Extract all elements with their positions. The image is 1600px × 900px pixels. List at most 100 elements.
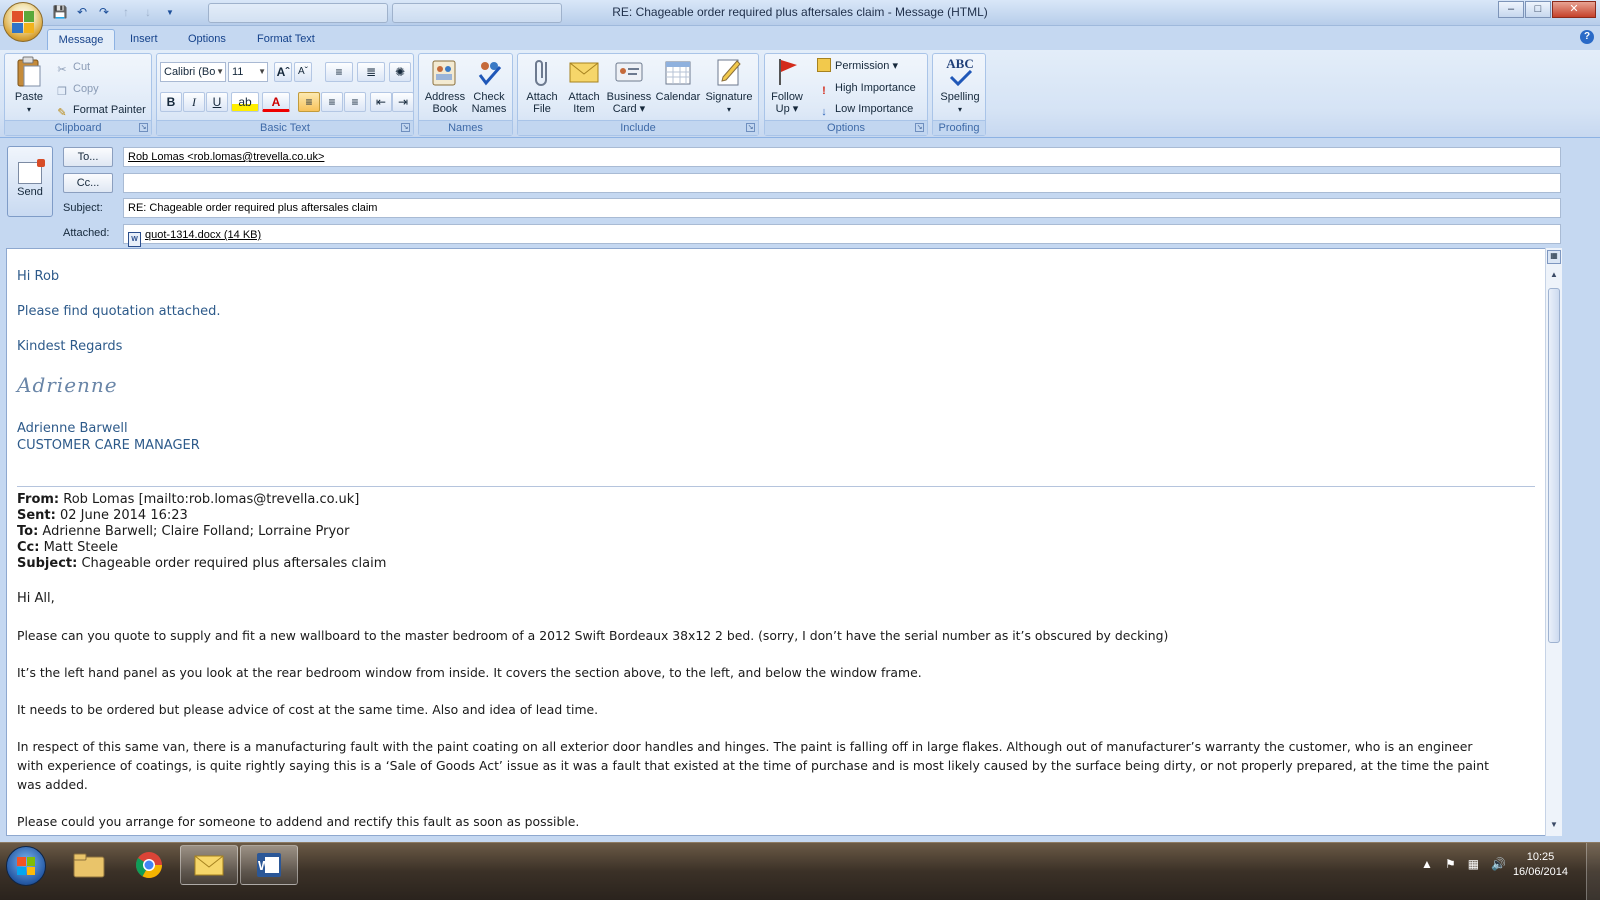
align-right-icon[interactable]: ≡ — [344, 92, 366, 112]
underline-button[interactable]: U — [206, 92, 228, 112]
ribbon: Paste ▾ ✂ Cut ❐ Copy ✎ Format Painter Clipbo… — [0, 50, 1600, 138]
outlook-taskbar-button[interactable] — [180, 845, 238, 885]
office-button[interactable] — [3, 2, 43, 42]
title-bar: 💾 ↶ ↷ ↑ ↓ ▼ RE: Chageable order required… — [0, 0, 1600, 26]
message-body[interactable]: Hi Rob Please find quotation attached. K… — [6, 248, 1562, 836]
paperclip-icon — [526, 56, 558, 88]
scroll-down-icon[interactable]: ▼ — [1546, 820, 1562, 834]
quoted-sent: Sent: 02 June 2014 16:23 — [17, 508, 188, 523]
dropdown-arrow-icon: ▼ — [258, 67, 266, 76]
business-card-button[interactable]: Business Card ▾ — [604, 56, 654, 115]
word-taskbar-button[interactable]: W — [240, 845, 298, 885]
shrink-font-icon[interactable]: Aˇ — [294, 62, 312, 82]
italic-button[interactable]: I — [183, 92, 205, 112]
dialog-launcher-icon[interactable]: ↘ — [401, 123, 410, 132]
highlight-icon[interactable]: ab — [231, 92, 259, 112]
quoted-paragraph: It needs to be ordered but please advice… — [17, 702, 599, 717]
send-button[interactable]: Send — [7, 146, 53, 217]
restore-button[interactable]: □ — [1525, 1, 1551, 18]
action-center-flag-icon[interactable]: ⚑ — [1445, 857, 1456, 871]
help-icon[interactable]: ? — [1580, 30, 1594, 44]
dropdown-arrow-icon: ▾ — [957, 105, 962, 114]
high-importance-button[interactable]: ! High Importance — [817, 78, 916, 98]
body-line: Please find quotation attached. — [17, 304, 221, 319]
align-center-icon[interactable]: ≡ — [321, 92, 343, 112]
font-size-combo[interactable]: 11 ▼ — [228, 62, 268, 82]
format-painter-button[interactable]: ✎ Format Painter — [55, 100, 145, 120]
scrollbar-thumb[interactable] — [1548, 288, 1560, 643]
dropdown-arrow-icon: ▾ — [726, 105, 731, 114]
copy-button[interactable]: ❐ Copy — [55, 79, 99, 99]
to-button[interactable]: To... — [63, 147, 113, 167]
file-explorer-taskbar-button[interactable] — [60, 845, 118, 885]
low-importance-button[interactable]: ↓ Low Importance — [817, 99, 913, 119]
paste-icon — [13, 56, 45, 88]
paintbrush-icon: ✎ — [57, 107, 67, 119]
chrome-taskbar-button[interactable] — [120, 845, 178, 885]
tab-insert[interactable]: Insert — [120, 29, 168, 50]
attachment-link[interactable]: quot-1314.docx (14 KB) — [145, 229, 261, 241]
increase-indent-icon[interactable]: ⇥ — [392, 92, 414, 112]
basic-text-group: Calibri (Bo ▼ 11 ▼ Aˆ Aˇ ≡ ≣ ✺ B I U ab A … — [156, 53, 414, 136]
cc-button[interactable]: Cc... — [63, 173, 113, 193]
outlook-envelope-icon — [194, 855, 224, 876]
taskbar-clock[interactable]: 10:25 16/06/2014 — [1513, 850, 1568, 880]
vertical-scrollbar[interactable]: ▦ ▲ ▼ — [1545, 248, 1562, 836]
scissors-icon: ✂ — [57, 64, 67, 76]
windows-taskbar: W ▲ ⚑ ▦ 🔊 10:25 16/06/2014 — [0, 842, 1600, 900]
clock-time: 10:25 — [1526, 851, 1555, 863]
paste-dropdown-icon[interactable]: ▾ — [27, 105, 31, 114]
quoted-paragraph: Please could you arrange for someone to … — [17, 814, 580, 829]
clock-date: 16/06/2014 — [1512, 866, 1568, 878]
show-desktop-button[interactable] — [1586, 843, 1600, 900]
check-names-button[interactable]: Check Names — [467, 56, 511, 115]
divider — [17, 486, 1535, 487]
font-name-combo[interactable]: Calibri (Bo ▼ — [160, 62, 226, 82]
bold-button[interactable]: B — [160, 92, 182, 112]
font-color-icon[interactable]: A — [262, 92, 290, 112]
windows-logo-icon — [17, 857, 35, 875]
start-button[interactable] — [6, 846, 46, 886]
spelling-button[interactable]: ABC Spelling ▾ — [935, 56, 985, 116]
calendar-button[interactable]: Calendar — [652, 56, 704, 103]
tab-message[interactable]: Message — [47, 29, 115, 50]
clipboard-group: Paste ▾ ✂ Cut ❐ Copy ✎ Format Painter Clipbo… — [4, 53, 152, 136]
show-hidden-icons-icon[interactable]: ▲ — [1421, 857, 1433, 871]
close-button[interactable]: ✕ — [1552, 1, 1596, 18]
dialog-launcher-icon[interactable]: ↘ — [746, 123, 755, 132]
view-ruler-icon[interactable]: ▦ — [1547, 250, 1561, 264]
system-tray: ▲ ⚑ ▦ 🔊 — [1421, 857, 1506, 871]
align-left-icon[interactable]: ≡ — [298, 92, 320, 112]
folder-icon — [73, 853, 105, 878]
calendar-icon — [662, 56, 694, 88]
office-logo-icon — [12, 11, 34, 33]
tab-options[interactable]: Options — [178, 29, 236, 50]
address-book-button[interactable]: Address Book — [423, 56, 467, 115]
permission-button[interactable]: Permission ▾ — [817, 56, 898, 76]
attach-file-button[interactable]: Attach File — [520, 56, 564, 115]
cut-button[interactable]: ✂ Cut — [55, 57, 90, 77]
follow-up-button[interactable]: Follow Up ▾ — [767, 56, 807, 115]
signature-button[interactable]: Signature ▾ — [702, 56, 756, 116]
attachment-field[interactable]: Wquot-1314.docx (14 KB) — [123, 224, 1561, 247]
tab-format-text[interactable]: Format Text — [247, 29, 325, 50]
clear-formatting-icon[interactable]: ✺ — [389, 62, 411, 82]
subject-field[interactable]: RE: Chageable order required plus afters… — [123, 198, 1561, 218]
to-field[interactable]: Rob Lomas <rob.lomas@trevella.co.uk> — [123, 147, 1561, 167]
numbering-icon[interactable]: ≣ — [357, 62, 385, 82]
minimize-button[interactable]: – — [1498, 1, 1524, 18]
grow-font-icon[interactable]: Aˆ — [274, 62, 292, 82]
volume-icon[interactable]: 🔊 — [1491, 857, 1506, 871]
outlook-message-window: 💾 ↶ ↷ ↑ ↓ ▼ RE: Chageable order required… — [0, 0, 1600, 900]
scroll-up-icon[interactable]: ▲ — [1546, 270, 1562, 284]
bullets-icon[interactable]: ≡ — [325, 62, 353, 82]
names-group: Address Book Check Names Names — [418, 53, 513, 136]
attach-item-button[interactable]: Attach Item — [562, 56, 606, 115]
dialog-launcher-icon[interactable]: ↘ — [915, 123, 924, 132]
dialog-launcher-icon[interactable]: ↘ — [139, 123, 148, 132]
chrome-icon — [135, 852, 163, 879]
paste-button[interactable]: Paste ▾ — [9, 56, 49, 116]
cc-field[interactable] — [123, 173, 1561, 193]
network-icon[interactable]: ▦ — [1468, 857, 1479, 871]
decrease-indent-icon[interactable]: ⇤ — [370, 92, 392, 112]
